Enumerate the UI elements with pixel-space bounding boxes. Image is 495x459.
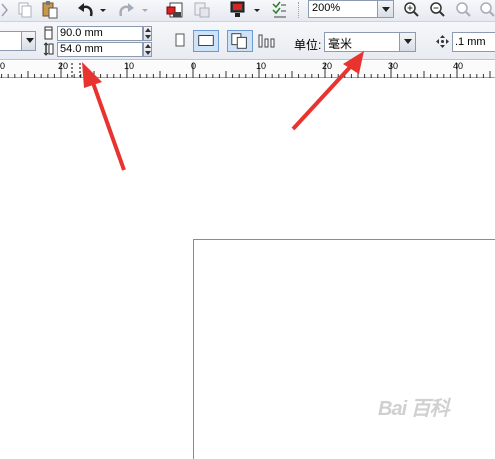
page-height-spinner[interactable] [143, 42, 152, 57]
zoom-out-icon[interactable] [428, 0, 446, 20]
property-bar: 90.0 mm 54.0 mm 单位: 毫米 .1 mm [0, 22, 495, 60]
drawing-canvas[interactable] [0, 79, 495, 459]
ruler-tick-label: 20 [58, 61, 69, 71]
page-width-value: 90.0 mm [60, 27, 103, 39]
units-value: 毫米 [328, 37, 353, 51]
ruler-ticks [1, 63, 491, 78]
page-height-field[interactable]: 54.0 mm [57, 42, 143, 57]
standard-toolbar: 200% [0, 0, 495, 22]
redo-icon[interactable] [116, 0, 136, 20]
nudge-distance-field[interactable]: .1 mm [452, 32, 495, 52]
publish-dropdown-icon[interactable] [252, 0, 262, 20]
watermark: Bai 百科 [378, 398, 450, 420]
chevron-down-icon[interactable] [377, 1, 393, 17]
ruler-tick-label: 40 [453, 61, 464, 71]
cut-icon[interactable] [0, 0, 10, 20]
units-combo[interactable]: 毫米 [324, 32, 416, 52]
page-height-value: 54.0 mm [60, 43, 103, 55]
horizontal-ruler[interactable]: 0 20 10 0 10 20 30 40 [0, 61, 495, 78]
chevron-down-icon[interactable] [399, 33, 415, 51]
copy-icon[interactable] [16, 0, 34, 20]
all-pages-icon[interactable] [227, 30, 253, 52]
undo-icon[interactable] [76, 0, 96, 20]
current-page-icon[interactable] [257, 30, 277, 52]
zoom-page-icon[interactable] [478, 0, 495, 20]
zoom-fit-icon[interactable] [454, 0, 472, 20]
export-icon[interactable] [192, 0, 212, 20]
nudge-distance-value: .1 mm [455, 36, 486, 48]
paste-icon[interactable] [40, 0, 60, 20]
nudge-icon [436, 35, 449, 48]
page-border [193, 239, 495, 459]
toolbar-separator [298, 2, 299, 18]
ruler-tick-label: 30 [388, 61, 399, 71]
page-width-spinner[interactable] [143, 26, 152, 41]
undo-dropdown-icon[interactable] [98, 0, 108, 20]
landscape-icon[interactable] [193, 30, 219, 52]
zoom-in-icon[interactable] [402, 0, 420, 20]
import-icon[interactable] [166, 0, 186, 20]
zoom-level-value: 200% [312, 2, 341, 14]
ruler-tick-label: 0 [191, 61, 197, 71]
ruler-tick-label: 10 [256, 61, 267, 71]
options-icon[interactable] [270, 0, 288, 20]
zoom-level-combo[interactable]: 200% [308, 0, 394, 18]
redo-dropdown-icon[interactable] [140, 0, 150, 20]
units-label: 单位: [294, 38, 322, 52]
ruler-tick-label: 20 [322, 61, 333, 71]
ruler-tick-label: 10 [124, 61, 135, 71]
paper-type-combo[interactable] [0, 31, 36, 51]
publish-icon[interactable] [228, 0, 248, 20]
portrait-icon[interactable] [172, 30, 188, 52]
page-height-icon [43, 42, 54, 56]
page-width-icon [44, 26, 53, 40]
chevron-down-icon[interactable] [21, 32, 35, 50]
page-width-field[interactable]: 90.0 mm [57, 26, 143, 41]
ruler-tick-label: 0 [0, 61, 6, 71]
